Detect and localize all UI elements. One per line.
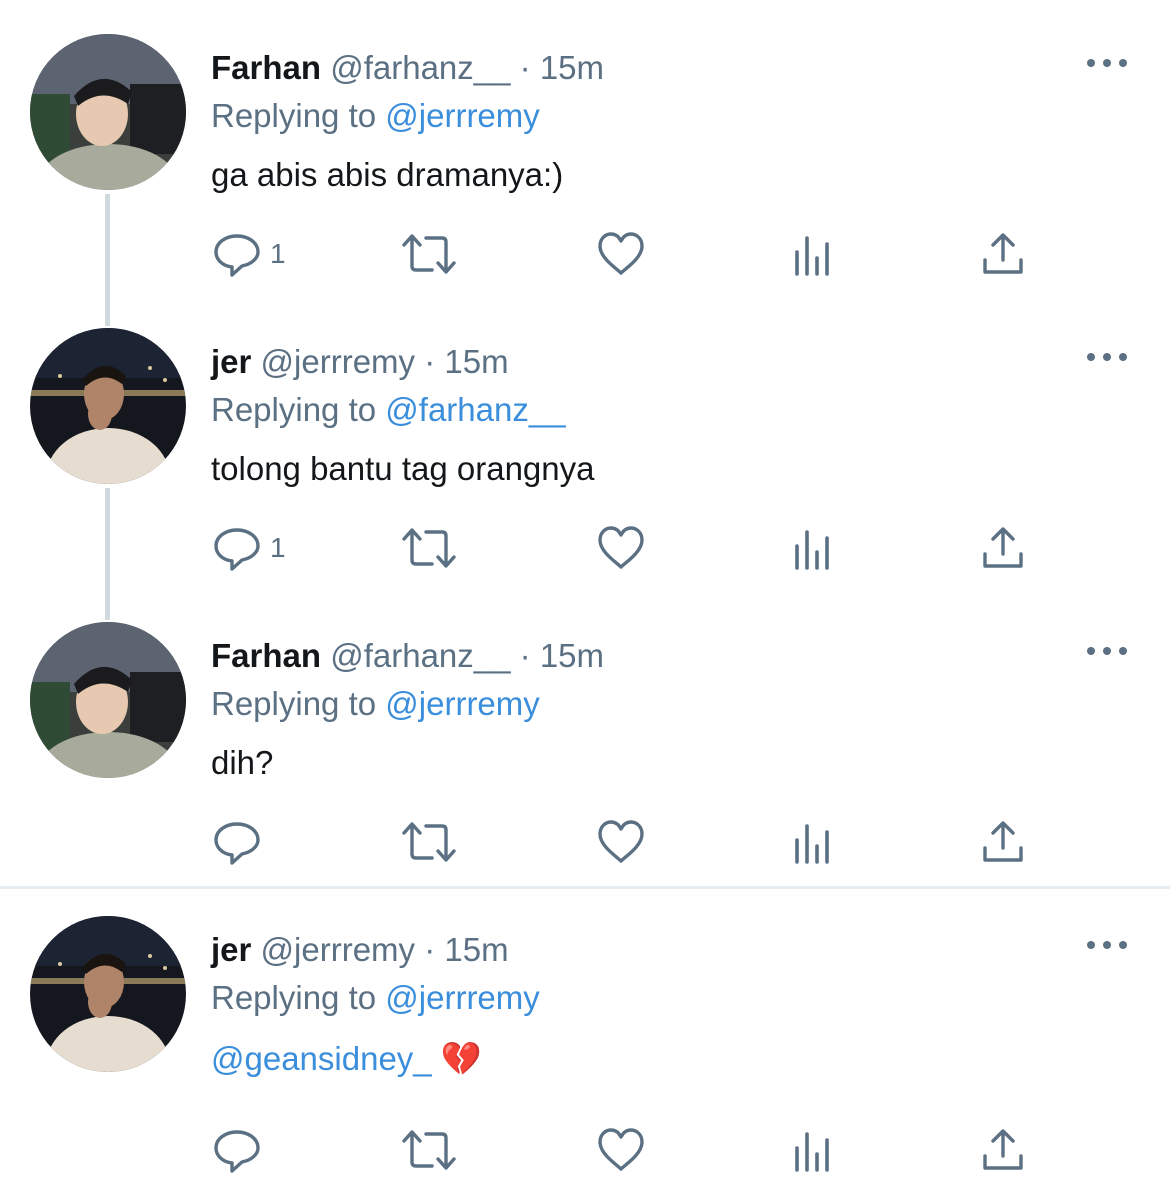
timestamp[interactable]: 15m bbox=[444, 343, 508, 380]
tweet-text: dih? bbox=[211, 744, 274, 781]
analytics-icon bbox=[795, 1132, 829, 1172]
body-mention[interactable]: @geansidney_ bbox=[211, 1040, 432, 1077]
reply-icon bbox=[214, 234, 260, 277]
tweet-header: jer @jerrremy · 15m bbox=[211, 340, 509, 384]
separator-dot: · bbox=[519, 49, 531, 86]
timestamp[interactable]: 15m bbox=[444, 931, 508, 968]
separator-dot: · bbox=[424, 931, 436, 968]
replying-to-label: Replying to bbox=[211, 979, 377, 1016]
analytics-icon bbox=[795, 530, 829, 570]
tweet-actions bbox=[0, 1122, 1170, 1182]
reply-button[interactable]: 1 bbox=[212, 226, 286, 282]
share-icon bbox=[983, 1129, 1023, 1170]
farhan-avatar[interactable] bbox=[30, 34, 186, 190]
tweet[interactable]: Farhan @farhanz__ · 15m Replying to @jer… bbox=[0, 622, 1170, 878]
retweet-button[interactable] bbox=[400, 226, 458, 282]
share-icon bbox=[983, 527, 1023, 568]
tweet-actions: 1 bbox=[0, 226, 1170, 286]
replying-to-mention[interactable]: @jerrremy bbox=[385, 979, 540, 1016]
analytics-button[interactable] bbox=[790, 1122, 834, 1178]
reply-count: 1 bbox=[270, 238, 286, 269]
retweet-icon bbox=[402, 528, 456, 568]
share-icon bbox=[983, 821, 1023, 862]
replying-to: Replying to @farhanz__ bbox=[211, 388, 566, 432]
retweet-icon bbox=[402, 822, 456, 862]
share-button[interactable] bbox=[980, 814, 1026, 870]
broken-heart-emoji: 💔 bbox=[440, 1040, 482, 1077]
share-button[interactable] bbox=[980, 226, 1026, 282]
replying-to: Replying to @jerrremy bbox=[211, 94, 540, 138]
like-button[interactable] bbox=[596, 520, 646, 576]
share-button[interactable] bbox=[980, 520, 1026, 576]
like-button[interactable] bbox=[596, 226, 646, 282]
replying-to: Replying to @jerrremy bbox=[211, 682, 540, 726]
tweet-header: Farhan @farhanz__ · 15m bbox=[211, 634, 604, 678]
tweet-header: jer @jerrremy · 15m bbox=[211, 928, 509, 972]
more-icon[interactable] bbox=[1086, 938, 1128, 952]
retweet-button[interactable] bbox=[400, 814, 458, 870]
timestamp[interactable]: 15m bbox=[540, 49, 604, 86]
replying-to-mention[interactable]: @farhanz__ bbox=[385, 391, 565, 428]
jer-avatar[interactable] bbox=[30, 916, 186, 1072]
analytics-icon bbox=[795, 236, 829, 276]
farhan-avatar[interactable] bbox=[30, 622, 186, 778]
reply-icon bbox=[214, 1130, 260, 1173]
like-icon bbox=[598, 232, 644, 275]
user-handle[interactable]: @jerrremy bbox=[261, 931, 416, 968]
separator-dot: · bbox=[424, 343, 436, 380]
reply-button[interactable]: 1 bbox=[212, 520, 286, 576]
share-icon bbox=[983, 233, 1023, 274]
user-handle[interactable]: @farhanz__ bbox=[330, 49, 510, 86]
tweet-divider bbox=[0, 886, 1170, 889]
more-icon[interactable] bbox=[1086, 56, 1128, 70]
display-name[interactable]: jer bbox=[211, 931, 251, 968]
tweet-text: ga abis abis dramanya:) bbox=[211, 156, 564, 193]
separator-dot: · bbox=[519, 637, 531, 674]
tweet-actions bbox=[0, 814, 1170, 874]
display-name[interactable]: jer bbox=[211, 343, 251, 380]
tweet-text: @geansidney_ 💔 bbox=[211, 1036, 482, 1082]
analytics-button[interactable] bbox=[790, 520, 834, 576]
replying-to-label: Replying to bbox=[211, 97, 377, 134]
like-button[interactable] bbox=[596, 814, 646, 870]
replying-to-label: Replying to bbox=[211, 391, 377, 428]
replying-to: Replying to @jerrremy bbox=[211, 976, 540, 1020]
tweet[interactable]: jer @jerrremy · 15m Replying to @farhanz… bbox=[0, 328, 1170, 584]
retweet-icon bbox=[402, 1130, 456, 1170]
like-icon bbox=[598, 1128, 644, 1171]
share-button[interactable] bbox=[980, 1122, 1026, 1178]
more-icon[interactable] bbox=[1086, 644, 1128, 658]
jer-avatar[interactable] bbox=[30, 328, 186, 484]
tweet-header: Farhan @farhanz__ · 15m bbox=[211, 46, 604, 90]
analytics-button[interactable] bbox=[790, 814, 834, 870]
reply-icon bbox=[214, 822, 260, 865]
tweet-text: tolong bantu tag orangnya bbox=[211, 450, 595, 487]
like-icon bbox=[598, 820, 644, 863]
analytics-icon bbox=[795, 824, 829, 864]
retweet-icon bbox=[402, 234, 456, 274]
reply-count: 1 bbox=[270, 532, 286, 563]
tweet-actions: 1 bbox=[0, 520, 1170, 580]
user-handle[interactable]: @farhanz__ bbox=[330, 637, 510, 674]
retweet-button[interactable] bbox=[400, 1122, 458, 1178]
tweet[interactable]: Farhan @farhanz__ · 15m Replying to @jer… bbox=[0, 34, 1170, 290]
like-icon bbox=[598, 526, 644, 569]
reply-icon bbox=[214, 528, 260, 571]
tweet[interactable]: jer @jerrremy · 15m Replying to @jerrrem… bbox=[0, 916, 1170, 1182]
analytics-button[interactable] bbox=[790, 226, 834, 282]
replying-to-mention[interactable]: @jerrremy bbox=[385, 685, 540, 722]
retweet-button[interactable] bbox=[400, 520, 458, 576]
reply-button[interactable] bbox=[212, 1122, 262, 1178]
like-button[interactable] bbox=[596, 1122, 646, 1178]
user-handle[interactable]: @jerrremy bbox=[261, 343, 416, 380]
replying-to-mention[interactable]: @jerrremy bbox=[385, 97, 540, 134]
timestamp[interactable]: 15m bbox=[540, 637, 604, 674]
more-icon[interactable] bbox=[1086, 350, 1128, 364]
replying-to-label: Replying to bbox=[211, 685, 377, 722]
display-name[interactable]: Farhan bbox=[211, 49, 321, 86]
reply-button[interactable] bbox=[212, 814, 262, 870]
display-name[interactable]: Farhan bbox=[211, 637, 321, 674]
